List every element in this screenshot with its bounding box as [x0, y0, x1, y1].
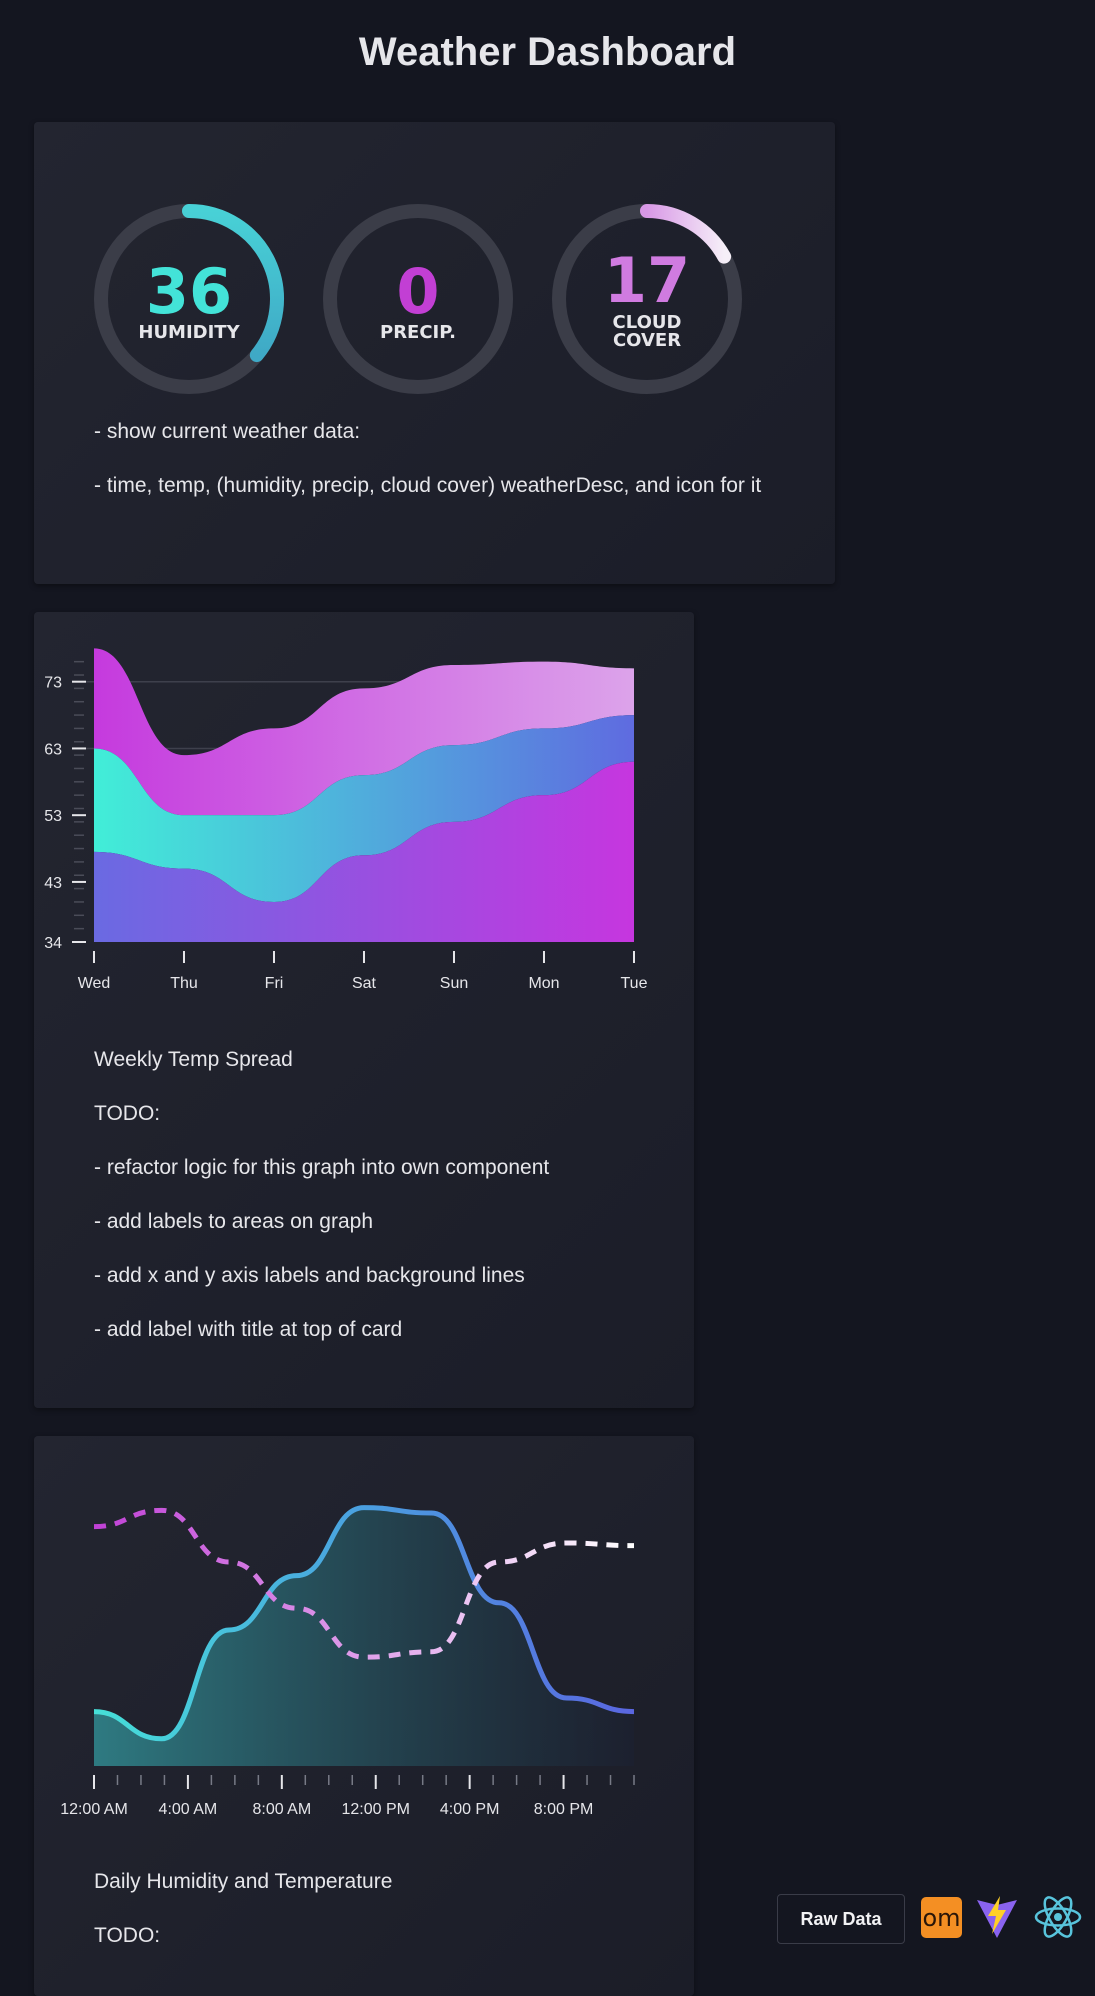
weekly-note-4: - add label with title at top of card [94, 1318, 403, 1341]
weekly-y-tick-label: 43 [44, 875, 62, 892]
daily-x-tick-label: 12:00 AM [60, 1801, 128, 1818]
weekly-x-tick-label: Fri [265, 975, 284, 992]
cloud-cover-gauge: 17 CLOUD COVER [552, 204, 742, 394]
weekly-note-3: - add x and y axis labels and background… [94, 1264, 525, 1287]
weekly-note-title: Weekly Temp Spread [94, 1048, 293, 1071]
current-note-2: - time, temp, (humidity, precip, cloud c… [94, 474, 762, 497]
daily-x-tick-label: 4:00 PM [440, 1801, 500, 1818]
precip-gauge: 0 PRECIP. [323, 204, 513, 394]
om-logo: om [921, 1897, 962, 1938]
weekly-y-tick-label: 63 [44, 741, 62, 758]
cloud-cover-value: 17 [604, 244, 690, 317]
daily-x-tick-label: 8:00 AM [252, 1801, 311, 1818]
weekly-note-2: - add labels to areas on graph [94, 1210, 374, 1233]
weekly-y-tick-label: 53 [44, 808, 62, 825]
current-gauges: 36 HUMIDITY 0 PRECIP. 17 CLOUD COVER [94, 204, 742, 394]
weekly-y-tick-label: 34 [44, 935, 62, 952]
daily-x-tick-label: 12:00 PM [341, 1801, 409, 1818]
weekly-x-tick-label: Mon [528, 975, 559, 992]
current-note-1: - show current weather data: [94, 420, 361, 443]
weekly-temp-chart: 73 63 53 43 34 Wed Thu Fri Sat Sun Mon Tue [44, 648, 648, 992]
weekly-x-tick-label: Thu [170, 975, 198, 992]
humidity-value: 36 [146, 255, 232, 328]
humidity-gauge: 36 HUMIDITY [94, 204, 284, 394]
weekly-x-tick-label: Tue [621, 975, 648, 992]
weekly-x-tick-label: Sun [440, 975, 468, 992]
vite-logo-icon [977, 1896, 1017, 1938]
humidity-label: HUMIDITY [138, 322, 240, 343]
weekly-x-tick-label: Sat [352, 975, 377, 992]
daily-x-tick-label: 8:00 PM [534, 1801, 594, 1818]
react-logo-icon [1034, 1896, 1082, 1938]
raw-data-button[interactable]: Raw Data [777, 1894, 905, 1944]
daily-note-todo: TODO: [94, 1924, 161, 1947]
weekly-note-todo: TODO: [94, 1102, 161, 1125]
daily-note-title: Daily Humidity and Temperature [94, 1870, 393, 1893]
weekly-x-tick-label: Wed [78, 975, 111, 992]
daily-x-tick-label: 4:00 AM [159, 1801, 218, 1818]
weekly-temp-card: 73 63 53 43 34 Wed Thu Fri Sat Sun Mon Tue Weekly T… [34, 612, 694, 1408]
daily-card: 12:00 AM 4:00 AM 8:00 AM 12:00 PM 4:00 PM 8:0… [34, 1436, 694, 1996]
page-title: Weather Dashboard [358, 30, 737, 74]
weekly-note-1: - refactor logic for this graph into own… [94, 1156, 550, 1179]
cloud-cover-label-line2: COVER [613, 330, 681, 351]
daily-chart: 12:00 AM 4:00 AM 8:00 AM 12:00 PM 4:00 PM 8:0… [60, 1505, 635, 1818]
precip-value: 0 [396, 255, 439, 328]
current-weather-card: 36 HUMIDITY 0 PRECIP. 17 CLOUD COVER - s… [34, 122, 835, 584]
precip-label: PRECIP. [380, 322, 456, 343]
weekly-y-tick-label: 73 [44, 675, 62, 692]
